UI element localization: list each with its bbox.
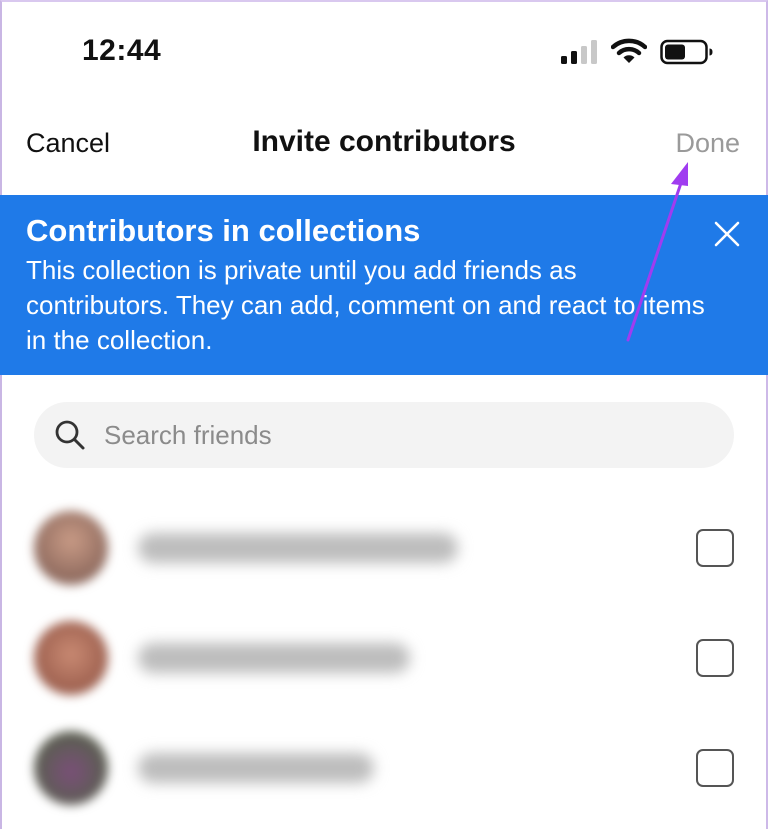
- friend-checkbox[interactable]: [696, 529, 734, 567]
- battery-icon: [660, 39, 713, 65]
- friend-row[interactable]: [0, 615, 768, 715]
- banner-title: Contributors in collections: [26, 213, 421, 248]
- friend-checkbox[interactable]: [696, 639, 734, 677]
- search-bar[interactable]: [34, 402, 734, 468]
- info-banner: Contributors in collections This collect…: [0, 195, 768, 375]
- status-bar: 12:44: [0, 0, 768, 100]
- banner-description: This collection is private until you add…: [26, 255, 705, 355]
- wifi-icon: [611, 38, 647, 63]
- avatar: [34, 731, 108, 805]
- friend-name-redacted: [138, 533, 458, 563]
- status-time: 12:44: [82, 34, 162, 67]
- search-input[interactable]: [104, 412, 704, 458]
- avatar: [34, 511, 108, 585]
- friend-row[interactable]: [0, 725, 768, 825]
- search-icon: [55, 420, 85, 450]
- close-icon[interactable]: [712, 219, 742, 249]
- done-button[interactable]: Done: [675, 128, 740, 159]
- friend-name-redacted: [138, 643, 410, 673]
- friend-name-redacted: [138, 753, 374, 783]
- page-title: Invite contributors: [252, 125, 516, 158]
- friend-checkbox[interactable]: [696, 749, 734, 787]
- navigation-bar: Cancel Invite contributors Done: [0, 112, 768, 182]
- cellular-signal-icon: [561, 40, 597, 64]
- avatar: [34, 621, 108, 695]
- friend-row[interactable]: [0, 505, 768, 605]
